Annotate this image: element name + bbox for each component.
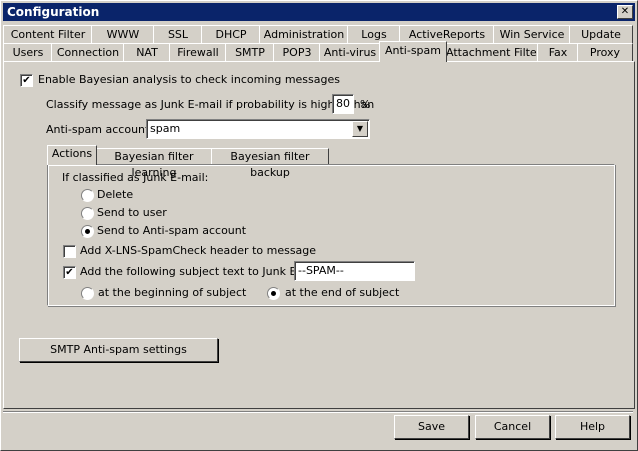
tab-bayesian-filter-backup[interactable]: Bayesian filter backup (211, 148, 329, 179)
help-button[interactable]: Help (555, 415, 630, 439)
title-bar[interactable]: Configuration ✕ (3, 3, 635, 21)
tab-anti-spam[interactable]: Anti-spam (379, 41, 447, 62)
tab-anti-virus[interactable]: Anti-virus (319, 43, 381, 61)
enable-bayesian-checkbox[interactable]: ✔ (20, 74, 33, 87)
save-button[interactable]: Save (394, 415, 469, 439)
tab-proxy[interactable]: Proxy (577, 43, 633, 61)
tab-www[interactable]: WWW (91, 25, 155, 43)
add-header-label: Add X-LNS-SpamCheck header to message (80, 244, 317, 257)
cancel-button[interactable]: Cancel (475, 415, 550, 439)
send-to-user-label: Send to user (97, 206, 167, 219)
smtp-anti-spam-settings-button[interactable]: SMTP Anti-spam settings (19, 338, 218, 362)
tab-update[interactable]: Update (569, 25, 633, 43)
tab-firewall[interactable]: Firewall (169, 43, 227, 61)
tab-fax[interactable]: Fax (537, 43, 579, 61)
footer-separator (3, 411, 633, 413)
probability-input[interactable]: 80 (332, 94, 354, 114)
add-subject-label: Add the following subject text to Junk E… (80, 265, 328, 278)
tab-pop3[interactable]: POP3 (273, 43, 321, 61)
beginning-of-subject-label: at the beginning of subject (98, 286, 247, 299)
send-to-anti-spam-account-label: Send to Anti-spam account (97, 224, 247, 237)
end-of-subject-label: at the end of subject (285, 286, 400, 299)
anti-spam-account-value: spam (150, 122, 181, 135)
enable-bayesian-label: Enable Bayesian analysis to check incomi… (38, 73, 340, 86)
if-classified-label: If classified as Junk E-mail: (62, 171, 209, 184)
delete-label: Delete (97, 188, 134, 201)
window-title: Configuration (7, 5, 100, 19)
add-header-checkbox[interactable] (63, 245, 76, 258)
anti-spam-account-label: Anti-spam account: (46, 123, 154, 136)
send-to-anti-spam-account-radio[interactable] (81, 225, 94, 238)
anti-spam-account-select[interactable]: spam ▼ (146, 119, 370, 139)
subject-text-input[interactable]: --SPAM-- (294, 261, 415, 281)
percent-label: % (360, 98, 371, 111)
tab-bayesian-filter-learning[interactable]: Bayesian filter learning (96, 148, 212, 179)
tab-administration[interactable]: Administration (259, 25, 349, 43)
close-button[interactable]: ✕ (617, 5, 633, 19)
classify-label: Classify message as Junk E-mail if proba… (46, 98, 375, 111)
configuration-window: Configuration ✕ Content Filter WWW SSL D… (0, 0, 638, 451)
chevron-down-icon[interactable]: ▼ (352, 121, 368, 137)
tab-win-service[interactable]: Win Service (493, 25, 571, 43)
send-to-user-radio[interactable] (81, 207, 94, 220)
tab-nat[interactable]: NAT (123, 43, 171, 61)
end-of-subject-radio[interactable] (267, 287, 280, 300)
tab-actions[interactable]: Actions (47, 145, 97, 165)
tab-ssl[interactable]: SSL (153, 25, 203, 43)
delete-radio[interactable] (81, 189, 94, 202)
tab-attachment-filter[interactable]: Attachment Filter (445, 43, 541, 61)
tab-content-filter[interactable]: Content Filter (3, 25, 93, 43)
add-subject-checkbox[interactable]: ✔ (63, 266, 76, 279)
tab-connection[interactable]: Connection (51, 43, 125, 61)
tab-dhcp[interactable]: DHCP (201, 25, 261, 43)
tab-users[interactable]: Users (3, 43, 53, 61)
beginning-of-subject-radio[interactable] (81, 287, 94, 300)
tab-smtp[interactable]: SMTP (225, 43, 275, 61)
